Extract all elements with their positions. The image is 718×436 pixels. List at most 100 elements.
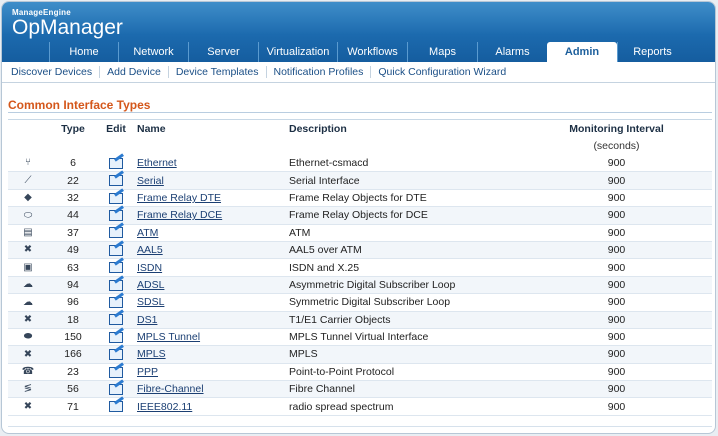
table-row: ✖ 166 MPLS MPLS 900: [8, 345, 712, 364]
nav-tab-network[interactable]: Network: [118, 42, 188, 62]
interval-cell: 900: [607, 261, 626, 274]
interval-cell: 900: [607, 348, 626, 361]
interval-cell: 900: [607, 244, 626, 257]
interface-name-link[interactable]: ISDN: [137, 262, 162, 274]
description-column-header: Description: [289, 122, 347, 135]
bottom-divider: [8, 426, 712, 427]
interval-cell: 900: [607, 331, 626, 344]
table-unit-row: (seconds): [8, 138, 712, 155]
edit-icon[interactable]: [109, 401, 123, 413]
nav-tab-virtualization[interactable]: Virtualization: [258, 42, 337, 62]
ds1-icon: ✖: [23, 313, 33, 325]
description-cell: Serial Interface: [289, 174, 360, 187]
subnav-quick-configuration-wizard[interactable]: Quick Configuration Wizard: [371, 66, 513, 78]
edit-icon[interactable]: [109, 210, 123, 222]
app-window: ManageEngine OpManager Home Network Server…: [1, 1, 716, 434]
type-cell: 49: [67, 244, 79, 257]
interface-name-link[interactable]: DS1: [137, 314, 157, 326]
nav-tab-alarms[interactable]: Alarms: [477, 42, 547, 62]
description-cell: radio spread spectrum: [289, 400, 394, 413]
interval-cell: 900: [607, 174, 626, 187]
type-cell: 32: [67, 191, 79, 204]
edit-icon[interactable]: [109, 244, 123, 256]
description-cell: MPLS Tunnel Virtual Interface: [289, 331, 429, 344]
edit-icon[interactable]: [109, 331, 123, 343]
nav-tab-home[interactable]: Home: [49, 42, 118, 62]
interface-name-link[interactable]: PPP: [137, 366, 158, 378]
edit-icon[interactable]: [109, 349, 123, 361]
sdsl-icon: ☁: [23, 296, 33, 308]
edit-column-header: Edit: [106, 122, 126, 135]
subnav-notification-profiles[interactable]: Notification Profiles: [267, 66, 372, 78]
table-row: ✖ 49 AAL5 AAL5 over ATM 900: [8, 241, 712, 259]
nav-tab-reports[interactable]: Reports: [617, 42, 687, 62]
subnav-add-device[interactable]: Add Device: [100, 66, 169, 78]
product-name: OpManager: [12, 16, 123, 39]
serial-icon: ⟋: [24, 174, 32, 186]
edit-icon[interactable]: [109, 157, 123, 169]
interface-name-link[interactable]: Frame Relay DCE: [137, 209, 222, 221]
admin-subnav: Discover Devices Add Device Device Templat…: [2, 62, 715, 83]
interface-name-link[interactable]: AAL5: [137, 244, 163, 256]
fibre-channel-icon: ≶: [23, 383, 33, 395]
interface-name-link[interactable]: SDSL: [137, 296, 164, 308]
type-cell: 63: [67, 261, 79, 274]
interface-types-table: Type Edit Name Description Monitoring In…: [8, 119, 712, 416]
description-cell: Asymmetric Digital Subscriber Loop: [289, 278, 456, 291]
edit-icon[interactable]: [109, 192, 123, 204]
nav-tab-admin[interactable]: Admin: [547, 42, 617, 62]
type-cell: 166: [64, 348, 82, 361]
name-column-header: Name: [137, 122, 166, 135]
table-row: ⬭ 44 Frame Relay DCE Frame Relay Objects fo…: [8, 206, 712, 225]
subnav-device-templates[interactable]: Device Templates: [169, 66, 267, 78]
section-divider: [8, 112, 712, 113]
adsl-icon: ☁: [23, 279, 33, 291]
table-row: ⑂ 6 Ethernet Ethernet-csmacd 900: [8, 155, 712, 172]
frame-relay-dce-icon: ⬭: [23, 209, 33, 221]
edit-icon[interactable]: [109, 262, 123, 274]
interface-name-link[interactable]: MPLS Tunnel: [137, 331, 200, 343]
interface-name-link[interactable]: Ethernet: [137, 157, 177, 169]
interface-name-link[interactable]: Frame Relay DTE: [137, 192, 221, 204]
edit-icon[interactable]: [109, 279, 123, 291]
mpls-icon: ✖: [23, 348, 33, 360]
table-body: ⑂ 6 Ethernet Ethernet-csmacd 900 ⟋ 22 Serial Ser…: [8, 155, 712, 416]
edit-icon[interactable]: [109, 297, 123, 309]
table-row: ✖ 71 IEEE802.11 radio spread spectrum 900: [8, 398, 712, 416]
edit-icon[interactable]: [109, 366, 123, 378]
type-cell: 94: [67, 278, 79, 291]
nav-tab-workflows[interactable]: Workflows: [337, 42, 407, 62]
description-cell: Frame Relay Objects for DTE: [289, 191, 427, 204]
edit-icon[interactable]: [109, 175, 123, 187]
interface-name-link[interactable]: IEEE802.11: [137, 401, 192, 413]
interval-cell: 900: [607, 226, 626, 239]
type-cell: 56: [67, 383, 79, 396]
interval-cell: 900: [607, 191, 626, 204]
description-cell: Frame Relay Objects for DCE: [289, 209, 428, 222]
nav-tab-server[interactable]: Server: [188, 42, 258, 62]
interface-name-link[interactable]: ADSL: [137, 279, 164, 291]
subnav-discover-devices[interactable]: Discover Devices: [11, 66, 101, 78]
description-cell: Fibre Channel: [289, 383, 355, 396]
edit-icon[interactable]: [109, 227, 123, 239]
interval-cell: 900: [607, 296, 626, 309]
edit-icon[interactable]: [109, 314, 123, 326]
type-cell: 23: [67, 365, 79, 378]
edit-icon[interactable]: [109, 383, 123, 395]
interface-name-link[interactable]: MPLS: [137, 348, 166, 360]
type-cell: 96: [67, 296, 79, 309]
type-cell: 44: [67, 209, 79, 222]
opmanager-logo[interactable]: ManageEngine OpManager: [12, 8, 123, 39]
aal5-icon: ✖: [23, 244, 33, 256]
type-cell: 6: [70, 156, 76, 169]
section-title: Common Interface Types: [8, 98, 151, 112]
type-cell: 37: [67, 226, 79, 239]
interface-name-link[interactable]: ATM: [137, 227, 158, 239]
interface-name-link[interactable]: Serial: [137, 175, 164, 187]
nav-tab-maps[interactable]: Maps: [407, 42, 477, 62]
interface-name-link[interactable]: Fibre-Channel: [137, 383, 204, 395]
description-cell: MPLS: [289, 348, 318, 361]
type-cell: 71: [67, 400, 79, 413]
main-nav: Home Network Server Virtualization Workflows…: [49, 42, 687, 62]
ieee80211-icon: ✖: [23, 400, 33, 412]
